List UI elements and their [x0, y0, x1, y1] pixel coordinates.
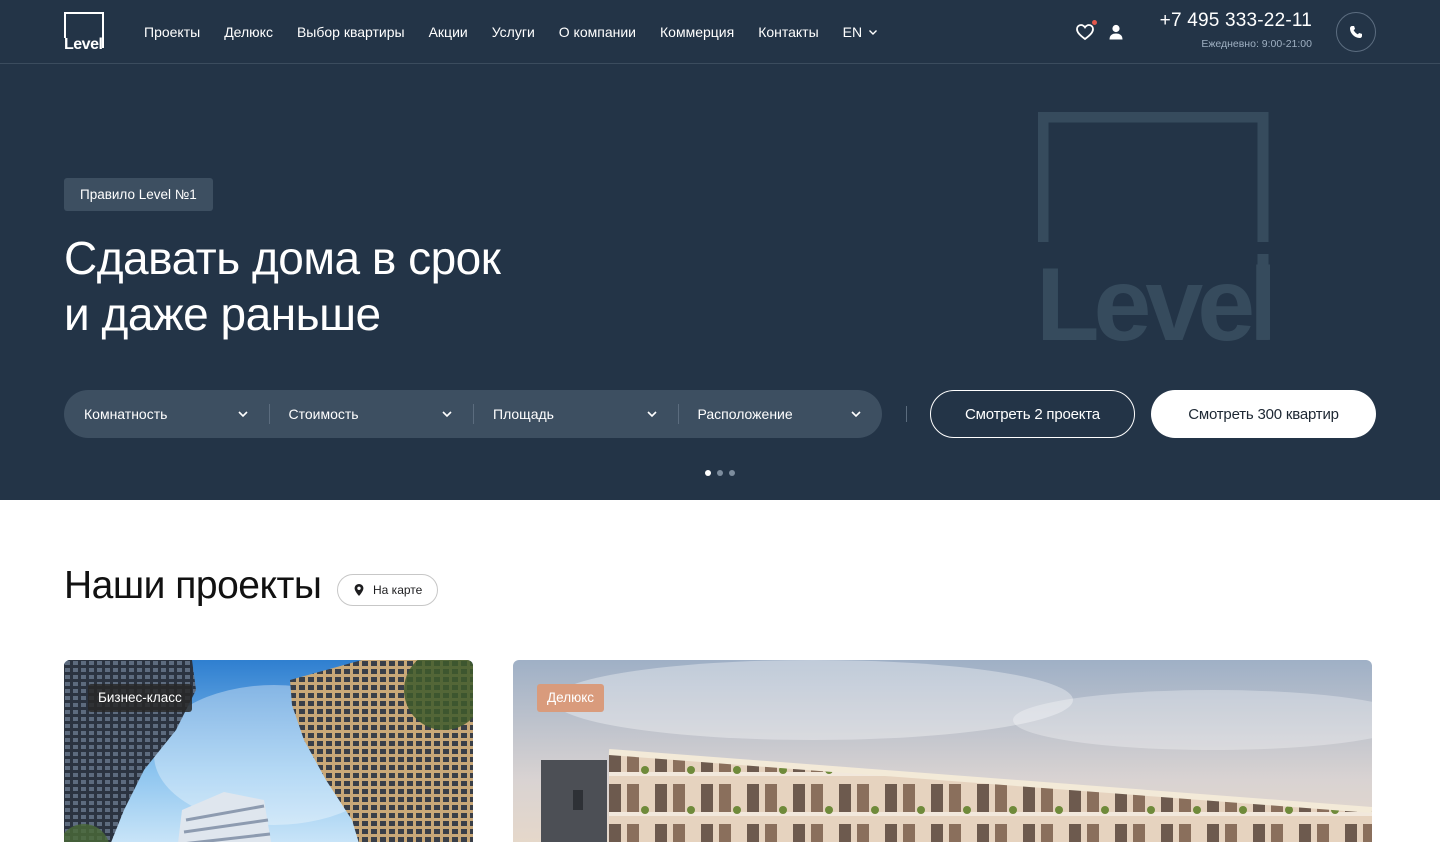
- nav-item-choose-flat[interactable]: Выбор квартиры: [297, 24, 405, 40]
- filter-label: Комнатность: [84, 406, 168, 422]
- nav-item-contacts[interactable]: Контакты: [758, 24, 818, 40]
- filter-price[interactable]: Стоимость: [268, 390, 474, 438]
- chevron-down-icon: [442, 411, 452, 418]
- chevron-down-icon: [869, 30, 878, 35]
- language-label: EN: [842, 24, 863, 40]
- nav-item-services[interactable]: Услуги: [492, 24, 535, 40]
- favorites-button[interactable]: [1075, 20, 1097, 42]
- filter-rooms[interactable]: Комнатность: [64, 390, 269, 438]
- heart-icon: [1076, 24, 1094, 41]
- working-hours: Ежедневно: 9:00-21:00: [1201, 38, 1312, 50]
- project-image: [513, 660, 1372, 842]
- chevron-down-icon: [851, 411, 861, 418]
- class-badge: Делюкс: [537, 684, 605, 712]
- user-icon: [1109, 24, 1123, 40]
- on-map-button[interactable]: На карте: [337, 574, 439, 606]
- search-filters: Комнатность Стоимость Площадь Расположен…: [64, 390, 882, 438]
- chevron-down-icon: [646, 411, 657, 418]
- filter-label: Стоимость: [288, 406, 359, 422]
- on-map-label: На карте: [373, 583, 423, 597]
- hero-title-line-2: и даже раньше: [64, 288, 381, 340]
- watermark-logo: Level: [1038, 112, 1270, 344]
- hero-title: Сдавать дома в срок и даже раньше: [64, 230, 501, 342]
- filter-label: Площадь: [493, 406, 554, 422]
- main-nav: Проекты Делюкс Выбор квартиры Акции Услу…: [144, 0, 878, 64]
- chevron-down-icon: [237, 411, 248, 418]
- slider-dot[interactable]: [705, 470, 711, 476]
- watermark-text: Level: [1038, 247, 1270, 344]
- slider-dots: [705, 470, 735, 476]
- call-button[interactable]: [1336, 12, 1376, 52]
- logo-frame: [64, 12, 104, 48]
- slider-dot[interactable]: [729, 470, 735, 476]
- filter-location[interactable]: Расположение: [677, 390, 883, 438]
- divider: [906, 406, 907, 422]
- hero-title-line-1: Сдавать дома в срок: [64, 232, 501, 284]
- notification-dot: [1092, 20, 1097, 25]
- site-header: Level Проекты Делюкс Выбор квартиры Акци…: [0, 0, 1440, 64]
- nav-item-promotions[interactable]: Акции: [429, 24, 468, 40]
- logo[interactable]: Level: [64, 12, 104, 53]
- phone-number[interactable]: +7 495 333-22-11: [1160, 10, 1312, 32]
- language-selector[interactable]: EN: [843, 24, 878, 40]
- view-flats-button[interactable]: Смотреть 300 квартир: [1151, 390, 1376, 438]
- account-button[interactable]: [1106, 22, 1126, 42]
- nav-item-commercial[interactable]: Коммерция: [660, 24, 734, 40]
- phone-info: +7 495 333-22-11 Ежедневно: 9:00-21:00: [1160, 10, 1312, 50]
- project-card[interactable]: Делюкс: [513, 660, 1372, 842]
- nav-item-projects[interactable]: Проекты: [144, 24, 200, 40]
- map-pin-icon: [354, 584, 364, 596]
- filter-area[interactable]: Площадь: [473, 390, 678, 438]
- hero-section: Level Правило Level №1 Сдавать дома в ср…: [0, 64, 1440, 500]
- nav-item-deluxe[interactable]: Делюкс: [224, 24, 273, 40]
- projects-title: Наши проекты: [64, 564, 322, 607]
- rule-badge: Правило Level №1: [64, 178, 213, 211]
- view-projects-button[interactable]: Смотреть 2 проекта: [930, 390, 1135, 438]
- phone-icon: [1350, 26, 1362, 38]
- slider-dot[interactable]: [717, 470, 723, 476]
- logo-text: Level: [64, 36, 103, 53]
- project-card[interactable]: Бизнес-класс: [64, 660, 473, 842]
- filter-label: Расположение: [697, 406, 793, 422]
- nav-item-about[interactable]: О компании: [559, 24, 636, 40]
- class-badge: Бизнес-класс: [88, 684, 192, 712]
